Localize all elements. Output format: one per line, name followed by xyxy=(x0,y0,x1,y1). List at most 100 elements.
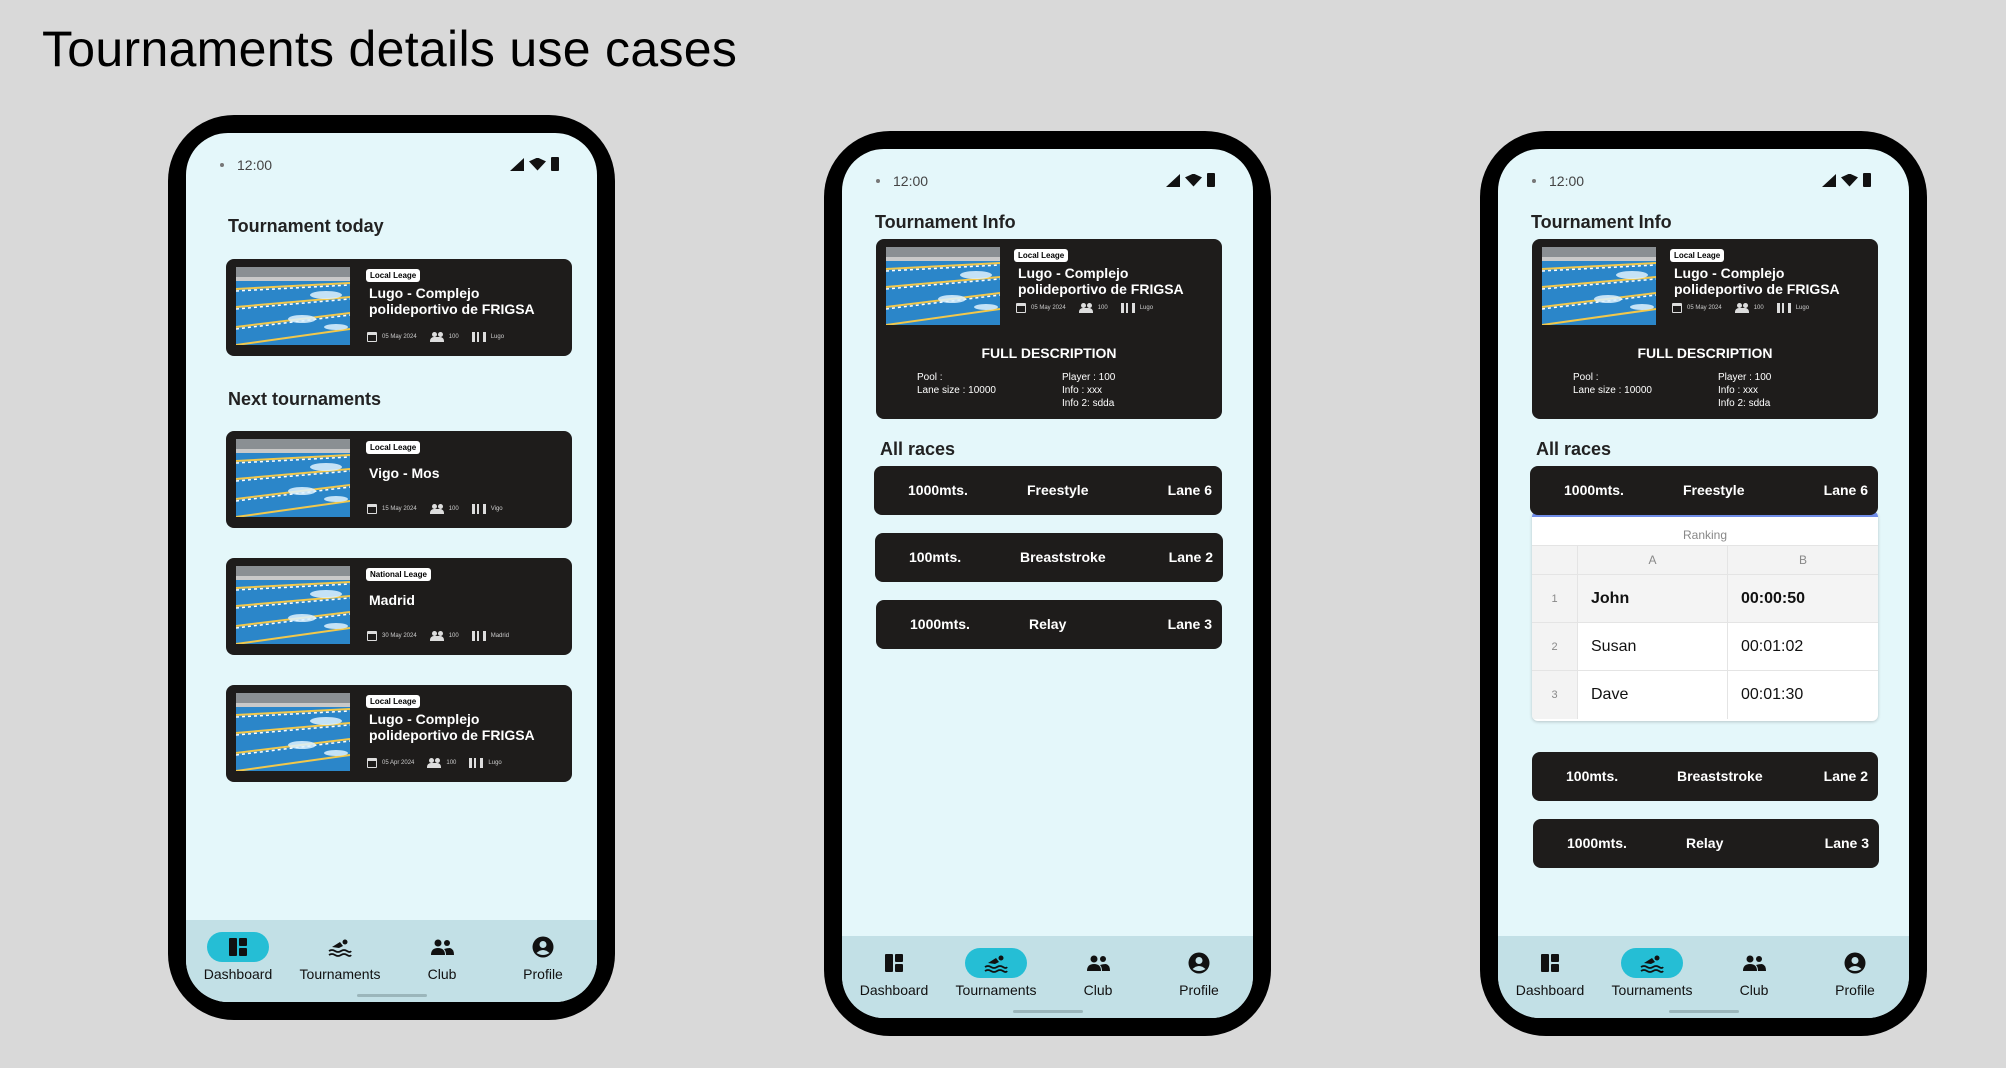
tournament-info-card: Local Leage Lugo - Complejo polideportiv… xyxy=(1532,239,1878,419)
full-description-title: FULL DESCRIPTION xyxy=(1637,345,1773,361)
race-row[interactable]: 1000mts. Relay Lane 3 xyxy=(876,600,1222,649)
race-row[interactable]: 100mts. Breaststroke Lane 2 xyxy=(875,533,1223,582)
section-title-today: Tournament today xyxy=(228,216,384,236)
nav-dashboard[interactable]: Dashboard xyxy=(844,948,944,998)
pool-image xyxy=(236,267,350,345)
race-lane: Lane 3 xyxy=(1167,616,1212,632)
nav-club[interactable]: Club xyxy=(392,932,492,982)
race-style: Freestyle xyxy=(1027,482,1089,498)
tournament-date: 30 May 2024 xyxy=(382,633,417,639)
race-row-expanded[interactable]: 1000mts. Freestyle Lane 6 xyxy=(1530,466,1878,515)
nav-tournaments[interactable]: Tournaments xyxy=(290,932,390,982)
location-icon xyxy=(471,504,486,514)
calendar-icon xyxy=(367,631,377,641)
nav-label: Profile xyxy=(1179,982,1219,998)
description-line: Player : 100 xyxy=(1718,372,1772,383)
description-line: Info : xxx xyxy=(1062,385,1103,396)
tournament-city: Madrid xyxy=(490,633,510,639)
tournament-card[interactable]: National Leage Madrid 30 May 2024 100 Madr… xyxy=(226,558,572,655)
tournament-name: Lugo - Complejo polideportivo de FRIGSA xyxy=(369,711,535,743)
status-time: 12:00 xyxy=(1549,173,1585,189)
signal-icon xyxy=(1822,173,1836,187)
status-bar: 12:00 xyxy=(842,171,1253,191)
nav-profile[interactable]: Profile xyxy=(493,932,593,982)
tournament-city: Lugo xyxy=(488,760,502,766)
tournament-players: 100 xyxy=(448,506,459,512)
players-icon xyxy=(429,504,444,514)
tournament-players: 100 xyxy=(446,760,457,766)
race-distance: 1000mts. xyxy=(908,482,968,498)
notification-dot xyxy=(220,163,224,167)
location-icon xyxy=(471,631,486,641)
race-row[interactable]: 1000mts. Freestyle Lane 6 xyxy=(874,466,1222,515)
race-lane: Lane 3 xyxy=(1824,835,1869,851)
players-icon xyxy=(429,332,444,342)
phone-screen: 12:00 Tournament today Local Leage Lugo … xyxy=(186,133,597,1002)
nav-label: Tournaments xyxy=(299,966,381,982)
status-bar: 12:00 xyxy=(1498,171,1909,191)
tournament-players: 100 xyxy=(1097,305,1108,311)
nav-label: Dashboard xyxy=(203,966,273,982)
tournament-players: 100 xyxy=(448,334,459,340)
description-line: Info 2: sdda xyxy=(1718,398,1771,409)
ranking-title: Ranking xyxy=(1682,528,1728,542)
tournament-card[interactable]: Local Leage Lugo - Complejo polideportiv… xyxy=(226,259,572,356)
tournament-date: 05 Apr 2024 xyxy=(382,760,415,766)
dashboard-icon xyxy=(884,953,904,973)
pool-image xyxy=(236,439,350,517)
race-style: Breaststroke xyxy=(1677,768,1763,784)
club-icon xyxy=(1086,954,1110,972)
race-lane: Lane 6 xyxy=(1823,482,1868,498)
tournament-card[interactable]: Local Leage Vigo - Mos 15 May 2024 100 Vig… xyxy=(226,431,572,528)
race-style: Relay xyxy=(1686,835,1724,851)
ranking-row[interactable]: 3 Dave 00:01:30 xyxy=(1532,671,1878,719)
ranking-row[interactable]: 2 Susan 00:01:02 xyxy=(1532,623,1878,671)
league-badge: Local Leage xyxy=(366,441,421,454)
tournament-city: Lugo xyxy=(1795,305,1810,311)
club-icon xyxy=(1742,954,1766,972)
nav-dashboard[interactable]: Dashboard xyxy=(1500,948,1600,998)
nav-dashboard[interactable]: Dashboard xyxy=(188,932,288,982)
tournament-name: Madrid xyxy=(369,592,415,608)
ranking-table: A B 1 John 00:00:50 2 Susan 00:01:02 3 D… xyxy=(1532,545,1878,719)
notification-dot xyxy=(876,179,880,183)
nav-label: Profile xyxy=(1835,982,1875,998)
ranking-row[interactable]: 1 John 00:00:50 xyxy=(1532,575,1878,623)
location-icon xyxy=(471,332,486,342)
description-left: Pool : Lane size : 10000 xyxy=(917,371,996,397)
race-row[interactable]: 100mts. Breaststroke Lane 2 xyxy=(1532,752,1878,801)
race-style: Freestyle xyxy=(1683,482,1745,498)
nav-profile[interactable]: Profile xyxy=(1149,948,1249,998)
nav-label: Tournaments xyxy=(955,982,1037,998)
tournament-players: 100 xyxy=(448,633,459,639)
swimmer-name: Susan xyxy=(1578,623,1728,670)
calendar-icon xyxy=(367,332,377,342)
tournament-card[interactable]: Local Leage Lugo - Complejo polideportiv… xyxy=(226,685,572,782)
description-line: Lane size : 10000 xyxy=(917,385,996,396)
nav-tournaments[interactable]: Tournaments xyxy=(946,948,1046,998)
swimmer-icon xyxy=(1640,953,1664,973)
tournament-name: Lugo - Complejo polideportivo de FRIGSA xyxy=(1018,265,1184,297)
nav-profile[interactable]: Profile xyxy=(1805,948,1905,998)
profile-icon xyxy=(532,936,554,958)
calendar-icon xyxy=(367,504,377,514)
gesture-handle xyxy=(1012,1010,1083,1013)
column-header: A xyxy=(1578,546,1728,574)
league-badge: National Leage xyxy=(366,568,431,581)
nav-club[interactable]: Club xyxy=(1048,948,1148,998)
players-icon xyxy=(429,631,444,641)
section-title-races: All races xyxy=(1536,439,1612,459)
nav-label: Club xyxy=(1739,982,1769,998)
bottom-navigation: Dashboard Tournaments Club Profile xyxy=(186,920,597,1002)
nav-tournaments[interactable]: Tournaments xyxy=(1602,948,1702,998)
row-number: 3 xyxy=(1532,671,1578,719)
race-style: Breaststroke xyxy=(1020,549,1106,565)
row-number: 1 xyxy=(1532,575,1578,622)
nav-club[interactable]: Club xyxy=(1704,948,1804,998)
swimmer-icon xyxy=(984,953,1008,973)
nav-label: Profile xyxy=(523,966,563,982)
location-icon xyxy=(1120,303,1135,313)
phone-dashboard: 12:00 Tournament today Local Leage Lugo … xyxy=(168,115,615,1020)
calendar-icon xyxy=(1016,303,1026,313)
race-row[interactable]: 1000mts. Relay Lane 3 xyxy=(1533,819,1879,868)
